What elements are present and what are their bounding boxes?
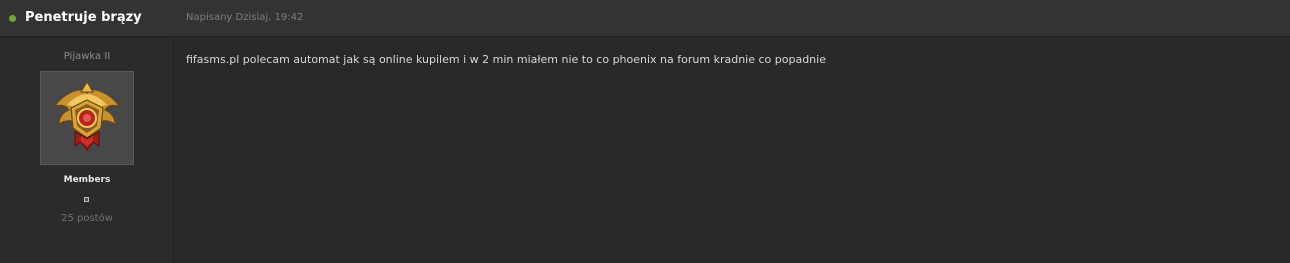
member-rank-title: Pijawka II: [63, 51, 111, 62]
author-info-panel: Pijawka II Members 25 postów: [0, 38, 174, 263]
gold-rank-emblem-icon: [53, 81, 121, 151]
post-header: Penetruje brązy Napisany Dzisiaj, 19:42: [0, 0, 1290, 37]
forum-post: Penetruje brązy Napisany Dzisiaj, 19:42 …: [0, 0, 1290, 263]
author-name-link[interactable]: Penetruje brązy: [25, 10, 142, 25]
post-date: Napisany Dzisiaj, 19:42: [186, 12, 304, 23]
post-content: fifasms.pl polecam automat jak są online…: [186, 53, 826, 66]
online-status-icon: [9, 15, 16, 22]
reputation-pip-icon: [84, 197, 89, 202]
member-group: Members: [63, 175, 111, 185]
post-count: 25 postów: [61, 213, 113, 224]
avatar[interactable]: [40, 71, 134, 165]
